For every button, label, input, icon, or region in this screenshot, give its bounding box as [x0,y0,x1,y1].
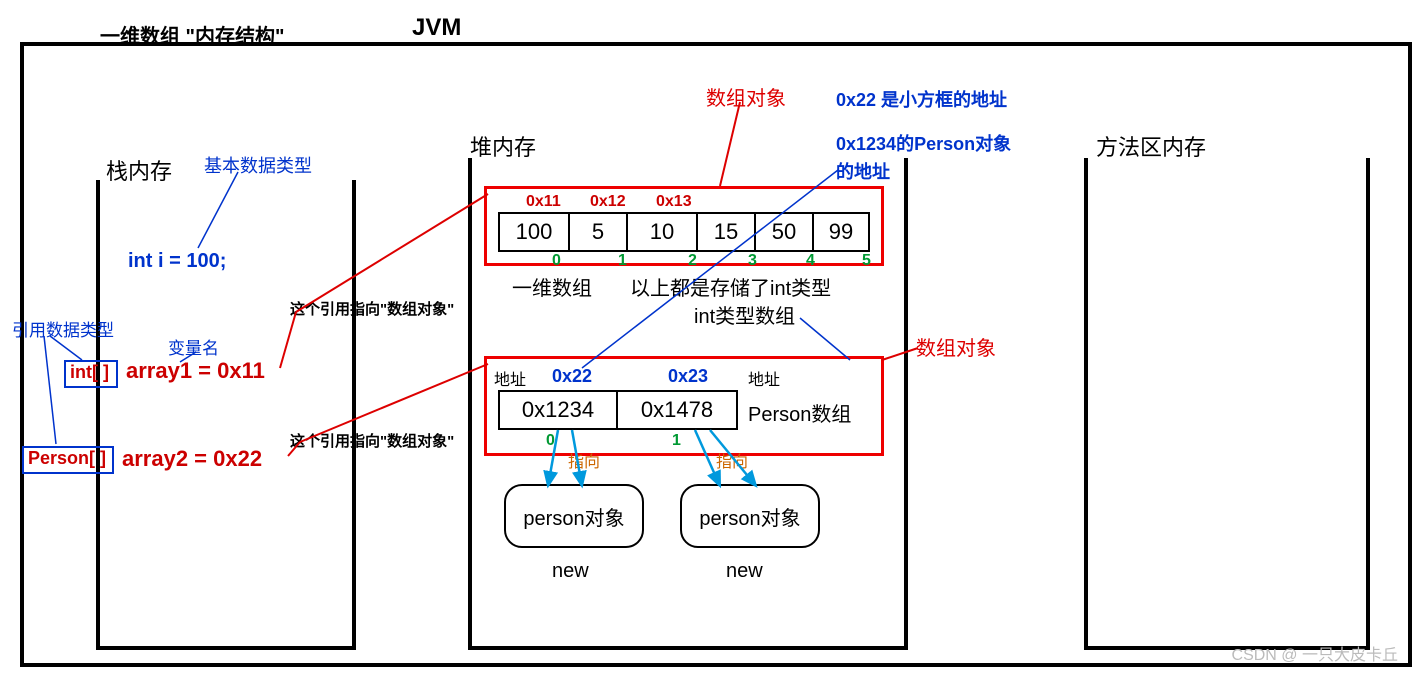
int-array-caption3: int类型数组 [694,300,795,329]
ref-type-label: 引用数据类型 [12,316,114,341]
array2-decl: array2 = 0x22 [122,446,262,472]
int-array-type: int[ ] [70,362,109,383]
addr-0x12: 0x12 [590,193,626,211]
ref-note-1: 这个引用指向"数组对象" [290,298,454,319]
addr-0x23: 0x23 [668,366,708,387]
addr-0x22: 0x22 [552,366,592,387]
int-declaration: int i = 100; [128,250,226,273]
int-cell-2: 10 [628,212,698,252]
pointer-label-1: 指向 [568,448,600,472]
int-array-caption1: 一维数组 [512,272,592,301]
int-array-cells: 100 5 10 15 50 99 [498,212,870,252]
person-cell-0: 0x1234 [498,390,618,430]
int-cell-4: 50 [756,212,814,252]
int-cell-5: 99 [814,212,870,252]
person-idx-0: 0 [546,432,555,450]
new-label-1: new [552,560,589,583]
person-array-cells: 0x1234 0x1478 [498,390,738,430]
int-idx-0: 0 [552,252,561,270]
array1-decl: array1 = 0x11 [126,358,265,384]
int-cell-3: 15 [698,212,756,252]
int-array-caption2: 以上都是存储了int类型 [630,272,831,301]
array-obj-label-2: 数组对象 [916,332,996,361]
var-name-label: 变量名 [168,334,219,359]
int-idx-1: 1 [618,252,627,270]
primitive-type-label: 基本数据类型 [204,152,312,178]
int-cell-0: 100 [498,212,570,252]
addr-0x11: 0x11 [526,193,561,211]
note-line2: 0x1234的Person对象 [836,130,1011,156]
pointer-label-2: 指向 [716,448,748,472]
int-idx-5: 5 [862,252,871,270]
int-cell-1: 5 [570,212,628,252]
int-idx-4: 4 [806,252,815,270]
note-line1: 0x22 是小方框的地址 [836,86,1007,112]
person-obj-2: person对象 [680,484,820,548]
addr-label-1: 地址 [494,366,526,390]
method-area-box [1084,158,1370,650]
note-line3: 的地址 [836,158,890,184]
int-idx-3: 3 [748,252,757,270]
addr-label-2: 地址 [748,366,780,390]
ref-note-2: 这个引用指向"数组对象" [290,430,454,451]
person-obj-1: person对象 [504,484,644,548]
jvm-label: JVM [412,14,461,42]
person-array-type: Person[ ] [28,448,106,469]
person-array-label: Person数组 [748,398,851,427]
int-idx-2: 2 [688,252,697,270]
addr-0x13: 0x13 [656,193,692,211]
watermark: CSDN @ 一只大皮卡丘 [1232,641,1398,665]
person-idx-1: 1 [672,432,681,450]
new-label-2: new [726,560,763,583]
array-obj-label-top: 数组对象 [706,82,786,111]
person-cell-1: 0x1478 [618,390,738,430]
